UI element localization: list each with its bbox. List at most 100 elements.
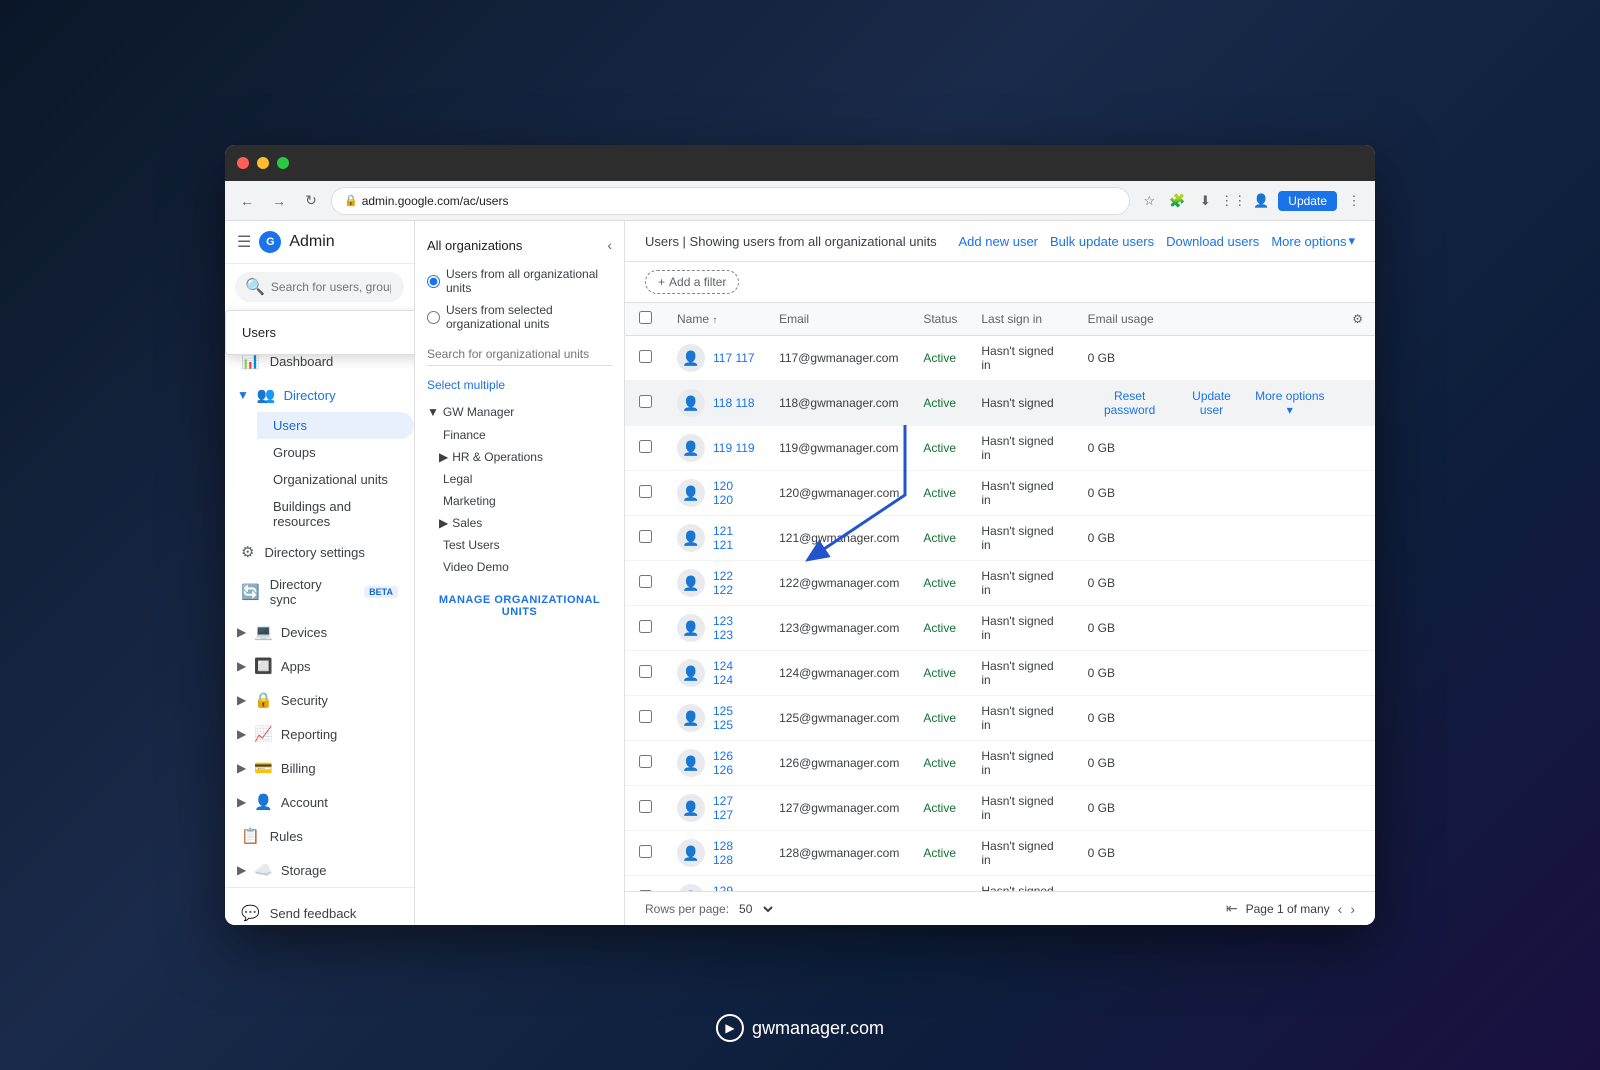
extension-icon[interactable]: 🧩 xyxy=(1166,190,1188,212)
table-row[interactable]: 👤 120 120 120@gwmanager.com Active Hasn'… xyxy=(625,471,1375,516)
org-child-sales[interactable]: ▶ Sales xyxy=(415,512,624,534)
rows-per-page-select[interactable]: 50 25 100 xyxy=(735,901,776,917)
update-button[interactable]: Update xyxy=(1278,191,1337,211)
row-checkbox[interactable] xyxy=(639,485,652,498)
user-name[interactable]: 129 129 xyxy=(713,884,755,891)
sidebar-item-users[interactable]: Users xyxy=(257,412,414,439)
user-name[interactable]: 121 121 xyxy=(713,524,755,552)
sidebar-item-rules[interactable]: 📋 Rules xyxy=(225,819,414,853)
back-button[interactable]: ← xyxy=(235,189,259,213)
sidebar-item-security[interactable]: ▶ 🔒 Security xyxy=(225,683,414,717)
org-root[interactable]: ▼ GW Manager xyxy=(415,400,624,424)
sidebar-item-dir-sync[interactable]: 🔄 Directory sync BETA xyxy=(225,569,414,615)
select-multiple-link[interactable]: Select multiple xyxy=(415,374,624,396)
table-row[interactable]: 👤 128 128 128@gwmanager.com Active Hasn'… xyxy=(625,831,1375,876)
user-name[interactable]: 122 122 xyxy=(713,569,755,597)
maximize-button[interactable] xyxy=(277,157,289,169)
table-row[interactable]: 👤 119 119 119@gwmanager.com Active Hasn'… xyxy=(625,426,1375,471)
sidebar-item-org-units[interactable]: Organizational units xyxy=(257,466,414,493)
bookmark-icon[interactable]: ☆ xyxy=(1138,190,1160,212)
table-row[interactable]: 👤 124 124 124@gwmanager.com Active Hasn'… xyxy=(625,651,1375,696)
user-name[interactable]: 117 117 xyxy=(713,351,755,365)
download-users-button[interactable]: Download users xyxy=(1166,234,1259,249)
table-row[interactable]: 👤 123 123 123@gwmanager.com Active Hasn'… xyxy=(625,606,1375,651)
table-row[interactable]: 👤 122 122 122@gwmanager.com Active Hasn'… xyxy=(625,561,1375,606)
url-bar[interactable]: 🔒 admin.google.com/ac/users xyxy=(331,187,1130,215)
org-child-video-demo[interactable]: Video Demo xyxy=(415,556,624,578)
next-page-button[interactable]: › xyxy=(1350,901,1355,917)
user-name[interactable]: 119 119 xyxy=(713,441,755,455)
org-child-hr[interactable]: ▶ HR & Operations xyxy=(415,446,624,468)
user-name[interactable]: 120 120 xyxy=(713,479,755,507)
org-child-test-users[interactable]: Test Users xyxy=(415,534,624,556)
sidebar-item-directory[interactable]: ▼ 👥 Directory xyxy=(225,378,414,412)
prev-page-button[interactable]: ‹ xyxy=(1338,901,1343,917)
apps-icon[interactable]: ⋮⋮ xyxy=(1222,190,1244,212)
org-child-marketing[interactable]: Marketing xyxy=(415,490,624,512)
sidebar-item-reporting[interactable]: ▶ 📈 Reporting xyxy=(225,717,414,751)
user-name[interactable]: 128 128 xyxy=(713,839,755,867)
add-filter-button[interactable]: + Add a filter xyxy=(645,270,739,294)
row-checkbox[interactable] xyxy=(639,575,652,588)
th-settings[interactable]: ⚙ xyxy=(1340,303,1375,336)
forward-button[interactable]: → xyxy=(267,189,291,213)
table-row[interactable]: 👤 121 121 121@gwmanager.com Active Hasn'… xyxy=(625,516,1375,561)
org-child-legal[interactable]: Legal xyxy=(415,468,624,490)
sidebar-item-dir-settings[interactable]: ⚙ Directory settings xyxy=(225,535,414,569)
table-row[interactable]: 👤 127 127 127@gwmanager.com Active Hasn'… xyxy=(625,786,1375,831)
user-name[interactable]: 127 127 xyxy=(713,794,755,822)
download-icon[interactable]: ⬇ xyxy=(1194,190,1216,212)
reset-password-button[interactable]: Reset password xyxy=(1088,389,1172,417)
close-button[interactable] xyxy=(237,157,249,169)
menu-icon[interactable]: ⋮ xyxy=(1343,190,1365,212)
table-row[interactable]: 👤 125 125 125@gwmanager.com Active Hasn'… xyxy=(625,696,1375,741)
user-name[interactable]: 126 126 xyxy=(713,749,755,777)
bulk-update-button[interactable]: Bulk update users xyxy=(1050,234,1154,249)
sidebar-item-buildings[interactable]: Buildings and resources xyxy=(257,493,414,535)
select-all-checkbox[interactable] xyxy=(639,311,652,324)
row-checkbox[interactable] xyxy=(639,800,652,813)
table-row[interactable]: 👤 118 118 118@gwmanager.com Active Hasn'… xyxy=(625,381,1375,426)
org-collapse-button[interactable]: ‹ xyxy=(607,237,612,253)
sidebar-item-groups[interactable]: Groups xyxy=(257,439,414,466)
search-bar[interactable]: 🔍 Users xyxy=(235,272,404,302)
row-checkbox[interactable] xyxy=(639,845,652,858)
sidebar-item-billing[interactable]: ▶ 💳 Billing xyxy=(225,751,414,785)
row-checkbox[interactable] xyxy=(639,755,652,768)
more-options-button[interactable]: More options ▾ xyxy=(1271,233,1355,249)
table-row[interactable]: 👤 117 117 117@gwmanager.com Active Hasn'… xyxy=(625,336,1375,381)
radio-selected-orgs[interactable]: Users from selected organizational units xyxy=(427,299,612,335)
minimize-button[interactable] xyxy=(257,157,269,169)
profile-icon[interactable]: 👤 xyxy=(1250,190,1272,212)
row-checkbox[interactable] xyxy=(639,530,652,543)
sidebar-item-apps[interactable]: ▶ 🔲 Apps xyxy=(225,649,414,683)
update-user-button[interactable]: Update user xyxy=(1180,389,1244,417)
row-checkbox[interactable] xyxy=(639,440,652,453)
row-checkbox[interactable] xyxy=(639,710,652,723)
row-checkbox[interactable] xyxy=(639,395,652,408)
radio-all-orgs[interactable]: Users from all organizational units xyxy=(427,263,612,299)
more-row-options-button[interactable]: More options ▾ xyxy=(1251,389,1328,417)
user-name[interactable]: 123 123 xyxy=(713,614,755,642)
org-child-finance[interactable]: Finance xyxy=(415,424,624,446)
row-checkbox[interactable] xyxy=(639,620,652,633)
search-input[interactable] xyxy=(271,280,391,294)
user-name[interactable]: 118 118 xyxy=(713,396,755,410)
search-dropdown-item-users[interactable]: Users xyxy=(226,319,415,346)
manage-org-button[interactable]: MANAGE ORGANIZATIONAL UNITS xyxy=(427,594,612,618)
reload-button[interactable]: ↻ xyxy=(299,189,323,213)
user-name[interactable]: 125 125 xyxy=(713,704,755,732)
row-checkbox[interactable] xyxy=(639,665,652,678)
sidebar-item-account[interactable]: ▶ 👤 Account xyxy=(225,785,414,819)
table-row[interactable]: 👤 126 126 126@gwmanager.com Active Hasn'… xyxy=(625,741,1375,786)
first-page-button[interactable]: ⇤ xyxy=(1226,900,1238,917)
org-search-input[interactable] xyxy=(427,343,612,366)
row-checkbox[interactable] xyxy=(639,350,652,363)
user-name[interactable]: 124 124 xyxy=(713,659,755,687)
send-feedback-item[interactable]: 💬 Send feedback xyxy=(225,896,414,925)
table-row[interactable]: 👤 129 129 129@gwmanager.com Active Hasn'… xyxy=(625,876,1375,892)
add-new-user-button[interactable]: Add new user xyxy=(959,234,1039,249)
hamburger-icon[interactable]: ☰ xyxy=(237,232,251,252)
sidebar-item-devices[interactable]: ▶ 💻 Devices xyxy=(225,615,414,649)
sidebar-item-storage[interactable]: ▶ ☁️ Storage xyxy=(225,853,414,887)
